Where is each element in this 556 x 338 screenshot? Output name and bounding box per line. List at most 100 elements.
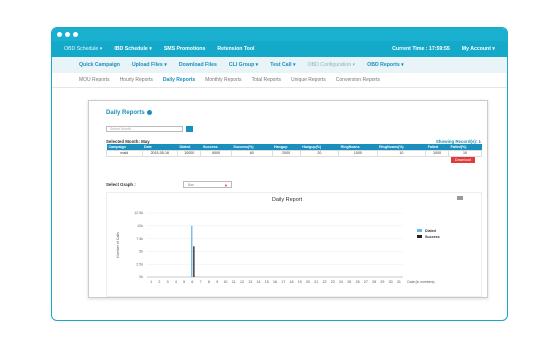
- table-cell: 1000: [338, 149, 378, 157]
- table-cell: 60: [230, 149, 273, 157]
- tab-unique-reports[interactable]: Unique Reports: [291, 77, 326, 83]
- x-tick-label: 1: [150, 280, 152, 284]
- y-tick-label: 7.5k: [136, 237, 143, 241]
- legend-label: Success: [425, 235, 440, 239]
- table-cell: 10: [447, 149, 483, 157]
- x-tick-label: 5: [183, 280, 185, 284]
- x-tick-label: 6: [191, 280, 193, 284]
- x-tick-label: 4: [175, 280, 177, 284]
- legend-label: Dialed: [425, 229, 436, 233]
- x-tick-label: 16: [273, 280, 277, 284]
- x-tick-label: 22: [323, 280, 327, 284]
- window-dot-icon[interactable]: [73, 32, 78, 37]
- search-button[interactable]: [186, 126, 193, 132]
- table-cell: 1000: [425, 149, 449, 157]
- table-row: maid 2015-05-16 10000 6000 60 2000 20 1000 10 100…: [106, 149, 483, 157]
- y-tick-label: 10k: [137, 224, 143, 228]
- nav-ibd-schedule[interactable]: IBD Schedule ▾: [114, 46, 151, 52]
- nav-obd-schedule[interactable]: OBD Schedule ▾: [64, 46, 102, 52]
- table-cell: maid: [106, 149, 143, 157]
- tab-conversion-reports[interactable]: Conversion Reports: [336, 77, 380, 83]
- current-time: Current Time : 17:59:55: [392, 46, 450, 52]
- reports-tabs: MOU Reports Hourly Reports Daily Reports…: [52, 73, 507, 88]
- chart-title: Daily Report: [272, 197, 303, 203]
- select-graph-label: Select Graph :: [106, 182, 136, 187]
- x-tick-label: 28: [372, 280, 376, 284]
- y-tick-label: 5k: [139, 250, 143, 254]
- x-tick-label: 31: [397, 280, 401, 284]
- sub-nav: Quick Campaign Upload Files ▾ Download F…: [52, 57, 507, 73]
- chart-menu-icon[interactable]: [457, 196, 463, 200]
- info-icon[interactable]: [146, 110, 152, 115]
- graph-type-select[interactable]: Bar ▼: [183, 181, 232, 188]
- chart-bar: [193, 246, 195, 277]
- table-cell: 6000: [200, 149, 232, 157]
- x-tick-label: 8: [208, 280, 210, 284]
- x-tick-label: 21: [314, 280, 318, 284]
- window-dot-icon[interactable]: [57, 32, 62, 37]
- x-tick-label: 9: [216, 280, 218, 284]
- tab-total-reports[interactable]: Total Reports: [252, 77, 281, 83]
- nav-download-files[interactable]: Download Files: [179, 62, 217, 68]
- x-tick-label: 3: [167, 280, 169, 284]
- table-body: maid 2015-05-16 10000 6000 60 2000 20 1000 10 100…: [106, 149, 483, 157]
- table-cell: 10: [376, 149, 427, 157]
- download-button[interactable]: Download: [451, 157, 475, 163]
- x-tick-label: 13: [248, 280, 252, 284]
- x-tick-label: 19: [298, 280, 302, 284]
- window-dot-icon[interactable]: [65, 32, 70, 37]
- nav-retension-tool[interactable]: Retension Tool: [217, 46, 254, 52]
- y-tick-label: 2.5k: [136, 262, 143, 266]
- x-tick-label: 29: [380, 280, 384, 284]
- x-tick-label: 14: [256, 280, 260, 284]
- nav-obd-configuration[interactable]: OBD Configuration ▾: [308, 62, 356, 68]
- chevron-down-icon: ▼: [224, 183, 228, 188]
- tab-monthly-reports[interactable]: Monthly Reports: [205, 77, 241, 83]
- x-tick-label: 2: [158, 280, 160, 284]
- table-cell: 20: [299, 149, 340, 157]
- my-account-menu[interactable]: My Account ▾: [462, 46, 495, 52]
- x-axis-label: Date (in numbers): [407, 280, 434, 284]
- report-table: Campaign Date Dialed Success Success(%) Hangu…: [106, 144, 483, 157]
- x-tick-label: 30: [389, 280, 393, 284]
- window-titlebar: [52, 28, 507, 41]
- chart-container: Daily Report Number of Calls 0k 2.5k 5k 7.5k 1…: [106, 192, 482, 297]
- daily-reports-panel: Daily Reports Select Month Selected Mont…: [88, 100, 488, 298]
- legend-swatch: [417, 229, 422, 232]
- x-tick-label: 10: [223, 280, 227, 284]
- x-tick-label: 17: [281, 280, 285, 284]
- x-tick-label: 12: [240, 280, 244, 284]
- x-tick-label: 24: [339, 280, 343, 284]
- x-tick-label: 7: [200, 280, 202, 284]
- x-tick-label: 20: [306, 280, 310, 284]
- nav-cli-group[interactable]: CLI Group ▾: [229, 62, 258, 68]
- nav-upload-files[interactable]: Upload Files ▾: [132, 62, 167, 68]
- y-axis-label: Number of Calls: [116, 232, 120, 258]
- month-search-input[interactable]: Select Month: [106, 126, 183, 132]
- x-tick-label: 11: [232, 280, 236, 284]
- tab-hourly-reports[interactable]: Hourly Reports: [120, 77, 153, 83]
- chart-bar: [191, 225, 193, 277]
- browser-window: OBD Schedule ▾ IBD Schedule ▾ SMS Promot…: [51, 27, 508, 321]
- nav-sms-promotions[interactable]: SMS Promotions: [164, 46, 206, 52]
- y-tick-label: 0k: [139, 275, 143, 279]
- x-tick-label: 18: [290, 280, 294, 284]
- graph-type-value: Bar: [188, 183, 194, 187]
- y-tick-label: 12.5k: [134, 211, 143, 215]
- x-tick-label: 25: [347, 280, 351, 284]
- tab-mou-reports[interactable]: MOU Reports: [79, 77, 110, 83]
- x-tick-label: 27: [364, 280, 368, 284]
- panel-title: Daily Reports: [106, 110, 152, 116]
- x-tick-label: 23: [331, 280, 335, 284]
- nav-quick-campaign[interactable]: Quick Campaign: [79, 62, 120, 68]
- panel-title-text: Daily Reports: [106, 110, 145, 117]
- x-tick-label: 15: [265, 280, 269, 284]
- daily-report-chart: Daily Report Number of Calls 0k 2.5k 5k 7.5k 1…: [116, 197, 440, 284]
- table-cell: 2000: [271, 149, 301, 157]
- nav-test-call[interactable]: Test Call ▾: [270, 62, 295, 68]
- table-cell: 10000: [177, 149, 202, 157]
- tab-daily-reports[interactable]: Daily Reports: [163, 77, 195, 83]
- table-cell: 2015-05-16: [141, 149, 179, 157]
- nav-obd-reports[interactable]: OBD Reports ▾: [367, 62, 404, 68]
- legend-swatch: [417, 235, 422, 238]
